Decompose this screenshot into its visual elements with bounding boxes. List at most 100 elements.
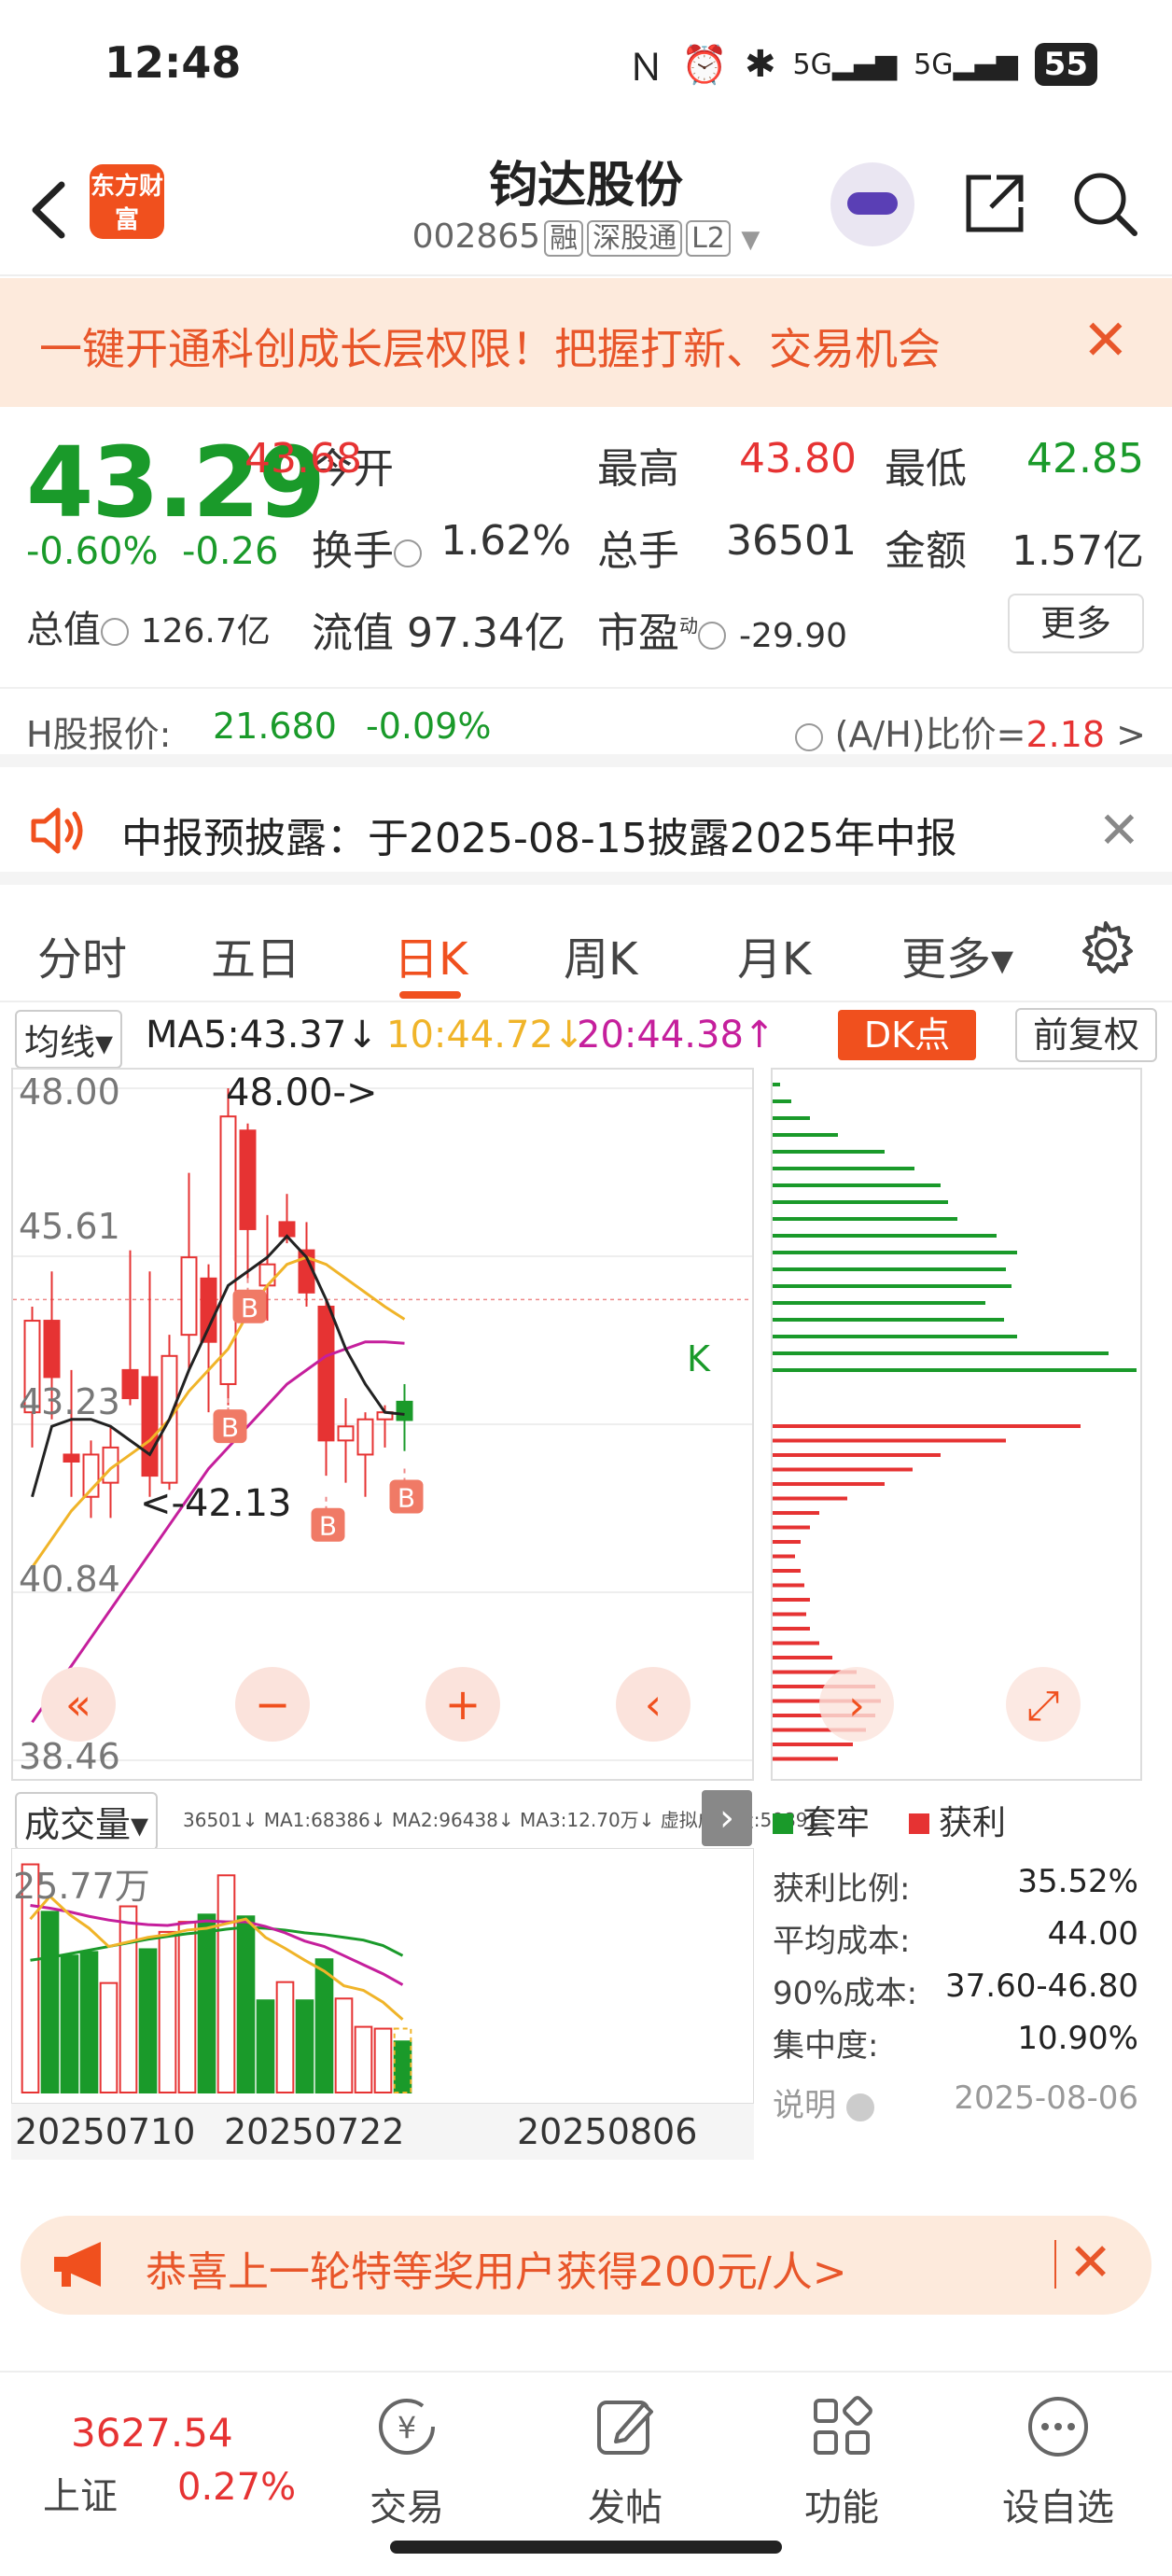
- stat-label: 平均成本:: [773, 1923, 911, 1960]
- stat-value: 35.52%: [1017, 1863, 1138, 1900]
- more-button[interactable]: 更多: [1008, 594, 1144, 653]
- help-icon[interactable]: [795, 722, 824, 751]
- date-label: 20250806: [517, 2111, 698, 2152]
- tab-add-watchlist[interactable]: 设自选: [974, 2373, 1142, 2541]
- share-icon[interactable]: [959, 168, 1030, 239]
- indicator-selector[interactable]: 均线▾: [15, 1010, 123, 1069]
- close-icon[interactable]: ✕: [1082, 308, 1129, 373]
- chip-distribution[interactable]: › ⤢: [771, 1068, 1142, 1781]
- close-icon[interactable]: ✕: [1068, 2233, 1112, 2293]
- float-label-text: 流值: [312, 609, 394, 657]
- chevron-down-icon: ▼: [741, 226, 760, 254]
- y-tick-label: 45.61: [19, 1206, 120, 1247]
- tab-five-day[interactable]: 五日: [211, 922, 300, 987]
- index-ticker[interactable]: 3627.54 上证 0.27%: [0, 2373, 317, 2541]
- chip-bar: [773, 1335, 1017, 1338]
- ma20-value: 20:44.38↑: [577, 1014, 775, 1057]
- gear-icon[interactable]: [1075, 918, 1137, 980]
- candle: [337, 1425, 355, 1442]
- signal-icon: 5G▂▄▆: [914, 48, 1018, 81]
- promo-banner[interactable]: 一键开通科创成长层权限！把握打新、交易机会 ✕: [0, 278, 1172, 407]
- stat-value: 37.60-46.80: [945, 1967, 1138, 2005]
- chevron-right-icon: >: [1116, 714, 1146, 755]
- chip-bar: [773, 1511, 819, 1515]
- volume-bar: [236, 1915, 256, 2093]
- volume-bar: [197, 1913, 216, 2093]
- pe-value: -29.90: [739, 617, 848, 655]
- index-change: 0.27%: [177, 2466, 297, 2509]
- chip-bar: [773, 1083, 780, 1086]
- chart-tabs: 分时 五日 日K 周K 月K 更多▾: [0, 898, 1172, 1002]
- edit-icon: [597, 2401, 653, 2455]
- y-tick-label: 43.23: [19, 1381, 120, 1422]
- tab-intraday[interactable]: 分时: [37, 922, 127, 987]
- candlestick-svg[interactable]: B B B B « − + ‹: [13, 1070, 752, 1779]
- stock-header: 东方财富 钧达股份 002865 融深股通 L2 ▼: [0, 131, 1172, 276]
- tab-daily-k[interactable]: 日K: [394, 922, 467, 987]
- pe-label: 市盈动 -29.90: [597, 599, 847, 659]
- chip-bar: [773, 1133, 838, 1137]
- search-icon[interactable]: [1069, 168, 1140, 239]
- chevron-left-icon-glyph: ‹: [645, 1679, 662, 1729]
- info-icon[interactable]: [394, 539, 422, 567]
- tag-margin: 融: [544, 220, 584, 257]
- candle: [121, 1368, 139, 1400]
- y-tick-label: 38.46: [19, 1736, 120, 1777]
- candle: [180, 1256, 198, 1337]
- note-link[interactable]: 说明: [773, 2079, 874, 2125]
- volume-bar: [177, 1921, 197, 2094]
- close-icon[interactable]: ✕: [1098, 801, 1140, 860]
- chip-bar: [773, 1167, 914, 1170]
- chip-bar: [773, 1284, 1012, 1288]
- ai-assistant-icon[interactable]: [830, 162, 914, 246]
- volume-legend-row: 成交量▾ 36501↓ MA1:68386↓ MA2:96438↓ MA3:12…: [11, 1785, 819, 1851]
- candle: [356, 1418, 374, 1456]
- tab-label: 发帖: [588, 2486, 663, 2529]
- dk-point-button[interactable]: DK点: [838, 1010, 976, 1060]
- notice-bar[interactable]: 中报预披露：于2025-08-15披露2025年中报 ✕: [0, 780, 1172, 885]
- candlestick-chart[interactable]: B B B B « − + ‹ 48.00 45.61 43.23 40.84 38.46 4…: [11, 1068, 754, 1781]
- svg-text:¥: ¥: [398, 2410, 416, 2445]
- change-amount: -0.26: [181, 530, 279, 573]
- adjust-button[interactable]: 前复权: [1015, 1008, 1157, 1062]
- chip-bar: [773, 1234, 997, 1238]
- volume-selector[interactable]: 成交量▾: [15, 1792, 159, 1851]
- tab-monthly-k[interactable]: 月K: [737, 922, 811, 987]
- candle: [258, 1263, 276, 1287]
- reward-text[interactable]: 恭喜上一轮特等奖用户获得200元/人>: [146, 2238, 847, 2298]
- promo-text[interactable]: 一键开通科创成长层权限！把握打新、交易机会: [39, 315, 941, 377]
- expand-icon-glyph: ⤢: [1026, 1682, 1059, 1729]
- double-left-icon-glyph: «: [65, 1679, 91, 1729]
- signal-icon: 5G▂▄▆: [792, 48, 898, 81]
- chip-bar: [773, 1301, 985, 1305]
- notice-text[interactable]: 中报预披露：于2025-08-15披露2025年中报: [121, 805, 957, 864]
- stat-value: 10.90%: [1017, 2020, 1138, 2057]
- tab-post[interactable]: 发帖: [541, 2373, 709, 2541]
- h-share-row[interactable]: H股报价: 21.680 -0.09% (A/H)比价=2.18 >: [0, 687, 1172, 767]
- tab-weekly-k[interactable]: 周K: [564, 922, 637, 987]
- info-icon[interactable]: [845, 2093, 874, 2121]
- candle: [239, 1129, 257, 1230]
- change-percent: -0.60%: [26, 530, 159, 573]
- tab-functions[interactable]: 功能: [758, 2373, 926, 2541]
- info-icon[interactable]: [698, 622, 726, 650]
- chip-bar: [773, 1438, 1006, 1443]
- chevron-right-icon[interactable]: ›: [702, 1790, 752, 1846]
- tag-connect: 深股通: [587, 220, 683, 257]
- h-share-label: H股报价:: [26, 714, 172, 755]
- tab-more[interactable]: 更多▾: [901, 922, 1013, 987]
- tab-trade[interactable]: ¥ 交易: [323, 2373, 491, 2541]
- chip-stats: 套牢 获利 获利比例: 35.52% 平均成本: 44.00 90%成本: 37…: [771, 1788, 1142, 2124]
- clock: 12:48: [105, 37, 242, 88]
- stock-code: 002865: [412, 217, 541, 256]
- volume-chart[interactable]: 25.77万: [10, 1847, 755, 2105]
- active-tab-indicator: [399, 991, 461, 999]
- y-tick-label: 40.84: [19, 1559, 120, 1600]
- ah-ratio[interactable]: (A/H)比价=2.18 >: [795, 706, 1146, 757]
- chip-bar: [773, 1525, 810, 1530]
- reward-banner[interactable]: 恭喜上一轮特等奖用户获得200元/人> ✕: [21, 2216, 1151, 2315]
- volume-bar: [373, 2027, 393, 2093]
- info-icon[interactable]: [101, 618, 129, 646]
- high-label: 最高: [597, 445, 679, 493]
- index-name: 上证: [43, 2475, 118, 2518]
